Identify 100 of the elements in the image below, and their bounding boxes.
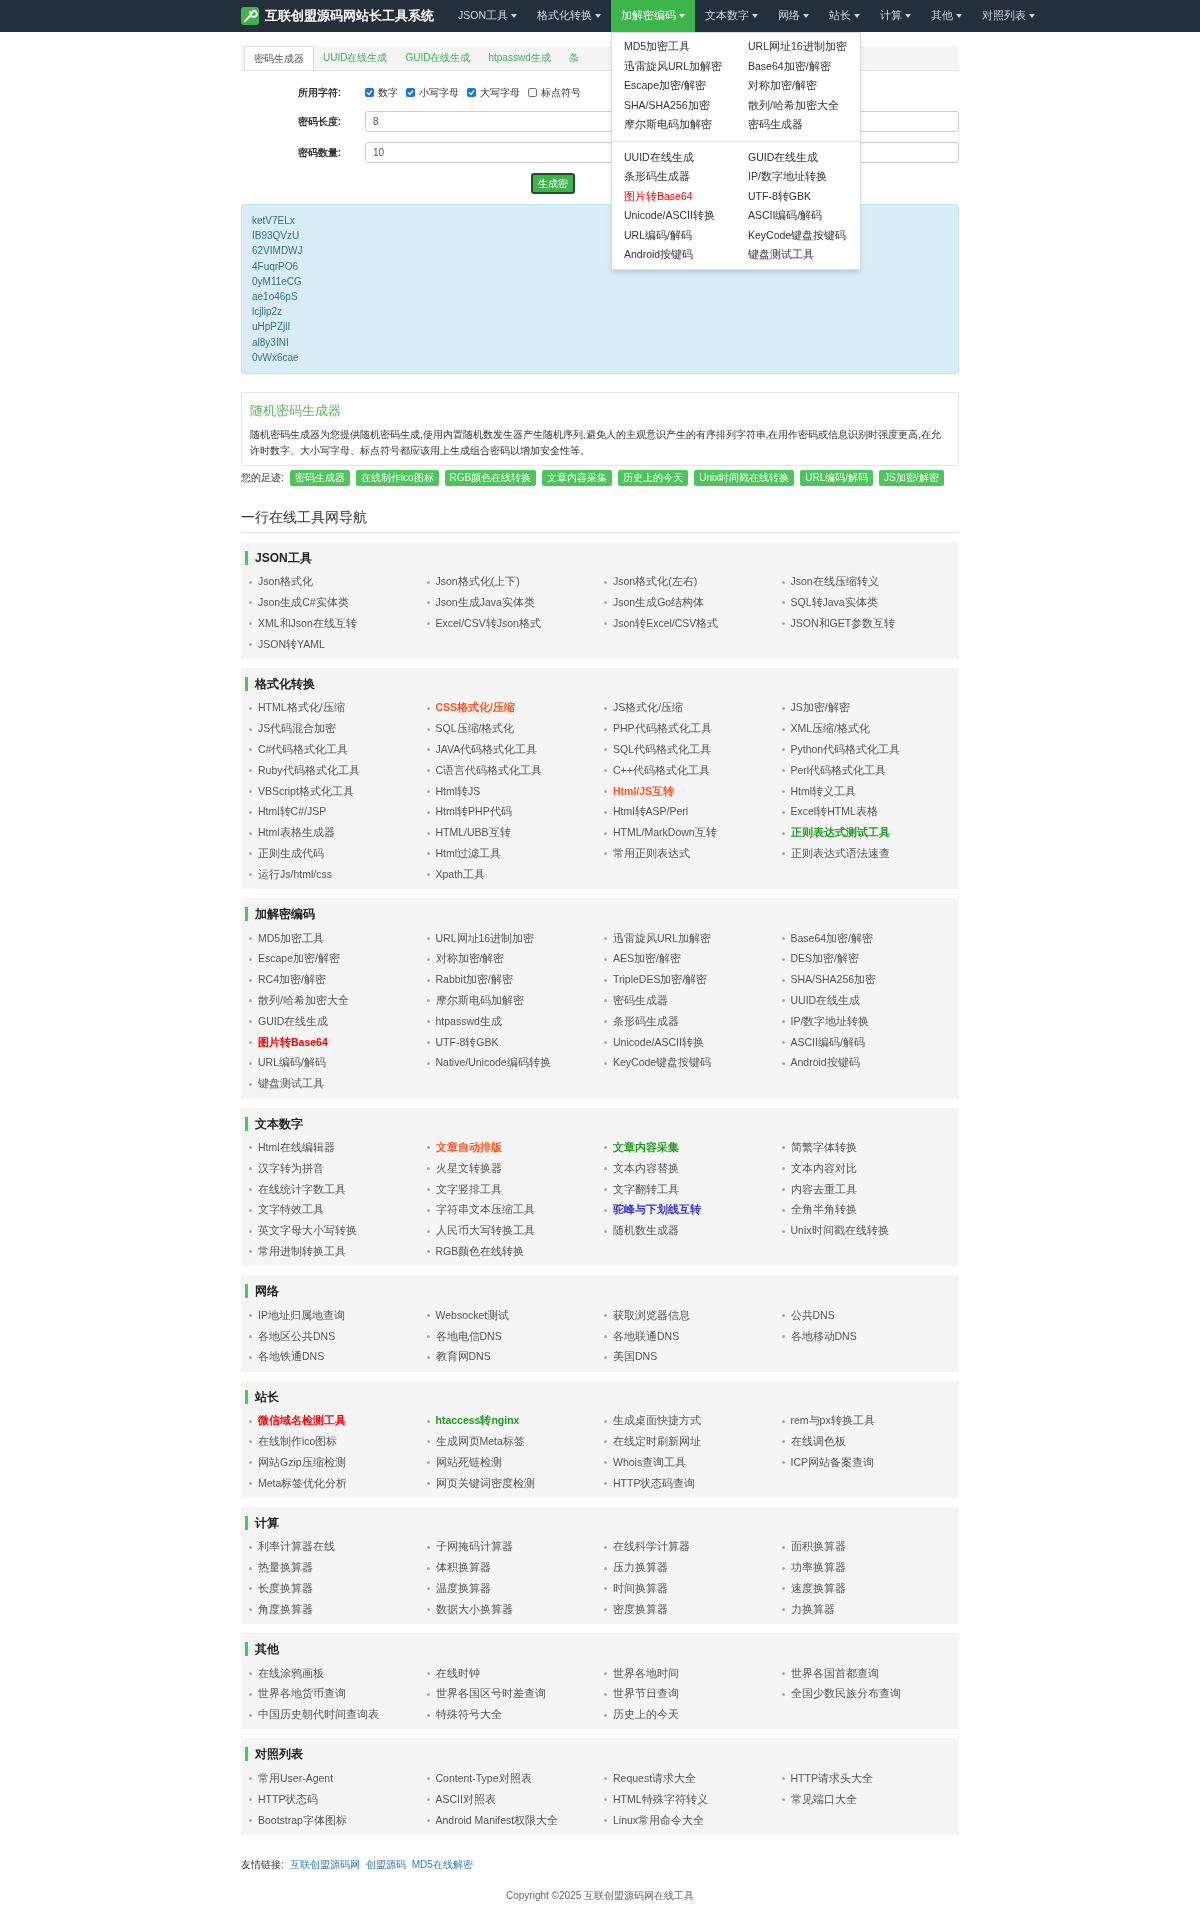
tool-link[interactable]: 在线科学计算器 bbox=[604, 1539, 690, 1556]
tool-link[interactable]: JS加密/解密 bbox=[781, 700, 850, 717]
tool-link[interactable]: 获取浏览器信息 bbox=[604, 1307, 690, 1324]
tool-link[interactable]: 在线定时刷新网址 bbox=[604, 1434, 701, 1450]
tool-link[interactable]: 公共DNS bbox=[781, 1307, 835, 1324]
tool-link[interactable]: Json格式化(左右) bbox=[604, 574, 698, 591]
tool-link[interactable]: 在线制作ico图标 bbox=[249, 1434, 338, 1450]
tool-link[interactable]: RC4加密/解密 bbox=[249, 972, 326, 988]
tool-link[interactable]: GUID在线生成 bbox=[249, 1013, 329, 1030]
menu-item[interactable]: 对称加密/解密 bbox=[736, 76, 860, 96]
tool-link[interactable]: 热量换算器 bbox=[249, 1560, 313, 1576]
tool-link[interactable]: TripleDES加密/解密 bbox=[604, 972, 708, 988]
tool-link[interactable]: DES加密/解密 bbox=[781, 951, 859, 968]
tool-link[interactable]: UTF-8转GBK bbox=[426, 1034, 499, 1051]
tool-link[interactable]: 面积换算器 bbox=[781, 1539, 846, 1556]
tool-link[interactable]: 全国少数民族分布查询 bbox=[781, 1686, 901, 1703]
tool-link[interactable]: JAVA代码格式化工具 bbox=[426, 742, 538, 758]
tool-link[interactable]: 正则表达式语法速查 bbox=[781, 846, 890, 862]
tool-link[interactable]: 运行Js/html/css bbox=[249, 866, 332, 883]
menu-item[interactable]: 条形码生成器 bbox=[612, 167, 736, 187]
tool-link[interactable]: 各地铁通DNS bbox=[249, 1349, 325, 1366]
tool-link[interactable]: Linux常用命令大全 bbox=[604, 1812, 705, 1829]
tool-link[interactable]: SHA/SHA256加密 bbox=[781, 972, 877, 988]
tool-link[interactable]: 常用正则表达式 bbox=[604, 846, 690, 862]
site-title[interactable]: 互联创盟源码网站长工具系统 bbox=[265, 6, 434, 26]
tool-link[interactable]: 英文字母大小写转换 bbox=[249, 1223, 357, 1239]
tool-link[interactable]: 文字竖排工具 bbox=[426, 1181, 502, 1198]
friend-link[interactable]: 创盟源码 bbox=[365, 1856, 406, 1872]
tool-link[interactable]: 利率计算器在线 bbox=[249, 1539, 335, 1556]
tool-link[interactable]: XML和Json在线互转 bbox=[249, 615, 357, 632]
tool-link[interactable]: 内容去重工具 bbox=[781, 1181, 857, 1198]
tool-link[interactable]: 密度换算器 bbox=[604, 1601, 668, 1618]
tool-link[interactable]: Native/Unicode编码转换 bbox=[426, 1055, 551, 1072]
tool-link[interactable]: 美国DNS bbox=[604, 1349, 658, 1366]
tool-link[interactable]: URL网址16进制加密 bbox=[426, 930, 535, 947]
menu-item[interactable]: ASCII编码/解码 bbox=[736, 206, 860, 226]
checkbox[interactable] bbox=[365, 87, 374, 97]
tool-link[interactable]: 密码生成器 bbox=[604, 993, 668, 1009]
tool-link[interactable]: 随机数生成器 bbox=[604, 1223, 679, 1239]
tool-link[interactable]: AES加密/解密 bbox=[604, 951, 681, 968]
menu-item[interactable]: KeyCode键盘按键码 bbox=[736, 225, 860, 245]
tool-link[interactable]: Html过滤工具 bbox=[426, 846, 502, 862]
tool-link[interactable]: 角度换算器 bbox=[249, 1601, 313, 1618]
menu-item[interactable]: Unicode/ASCII转换 bbox=[612, 206, 736, 226]
tool-link[interactable]: SQL压缩/格式化 bbox=[426, 721, 515, 738]
nav-menu[interactable]: 其他 bbox=[921, 0, 972, 32]
tool-link[interactable]: Json生成C#实体类 bbox=[249, 595, 349, 611]
tool-link[interactable]: KeyCode键盘按键码 bbox=[604, 1055, 712, 1072]
friend-link[interactable]: MD5在线解密 bbox=[411, 1856, 473, 1872]
tool-link[interactable]: Unicode/ASCII转换 bbox=[604, 1034, 704, 1051]
tool-link[interactable]: Base64加密/解密 bbox=[781, 930, 874, 947]
tool-link[interactable]: 常见端口大全 bbox=[781, 1791, 857, 1808]
tool-link[interactable]: ASCII对照表 bbox=[426, 1791, 496, 1808]
tool-link[interactable]: C#代码格式化工具 bbox=[249, 742, 349, 758]
tool-link[interactable]: 微信域名检测工具 bbox=[249, 1413, 346, 1429]
tool-link[interactable]: MD5加密工具 bbox=[249, 930, 325, 947]
tool-link[interactable]: 网页关键词密度检测 bbox=[426, 1475, 535, 1492]
tool-link[interactable]: IP地址归属地查询 bbox=[249, 1307, 345, 1324]
menu-item[interactable]: MD5加密工具 bbox=[612, 37, 736, 57]
menu-item[interactable]: UTF-8转GBK bbox=[736, 186, 860, 206]
tool-link[interactable]: Html转C#/JSP bbox=[249, 804, 327, 821]
tool-link[interactable]: Excel转HTML表格 bbox=[781, 804, 878, 821]
tool-link[interactable]: Meta标签优化分析 bbox=[249, 1475, 348, 1492]
menu-item[interactable]: 图片转Base64 bbox=[612, 186, 736, 206]
tool-link[interactable]: 文本内容对比 bbox=[781, 1160, 857, 1177]
tool-link[interactable]: Websocket测试 bbox=[426, 1307, 510, 1324]
tool-link[interactable]: JS格式化/压缩 bbox=[604, 700, 684, 717]
menu-item[interactable]: IP/数字地址转换 bbox=[736, 167, 860, 187]
tool-link[interactable]: Html转义工具 bbox=[781, 783, 857, 800]
tool-link[interactable]: VBScript格式化工具 bbox=[249, 783, 354, 800]
tool-link[interactable]: ASCII编码/解码 bbox=[781, 1034, 865, 1051]
tool-link[interactable]: 字符串文本压缩工具 bbox=[426, 1202, 535, 1219]
tool-link[interactable]: 在线统计字数工具 bbox=[249, 1181, 346, 1198]
tool-link[interactable]: Content-Type对照表 bbox=[426, 1770, 532, 1787]
tool-link[interactable]: 温度换算器 bbox=[426, 1581, 491, 1597]
menu-item[interactable]: 迅雷旋风URL加解密 bbox=[612, 56, 736, 76]
tool-link[interactable]: JSON转YAML bbox=[249, 636, 325, 653]
tool-link[interactable]: Request请求大全 bbox=[604, 1770, 697, 1787]
tool-link[interactable]: C++代码格式化工具 bbox=[604, 762, 710, 779]
tool-link[interactable]: 各地移动DNS bbox=[781, 1328, 857, 1345]
tool-link[interactable]: Json转Excel/CSV格式 bbox=[604, 615, 719, 632]
tool-link[interactable]: 火星文转换器 bbox=[426, 1160, 502, 1177]
menu-item[interactable]: URL网址16进制加密 bbox=[736, 37, 860, 57]
tool-link[interactable]: 文本内容替换 bbox=[604, 1160, 679, 1177]
tool-link[interactable]: SQL转Java实体类 bbox=[781, 595, 878, 611]
tool-link[interactable]: 世界各国首都查询 bbox=[781, 1665, 879, 1682]
tool-link[interactable]: 历史上的今天 bbox=[604, 1707, 679, 1723]
tool-link[interactable]: Excel/CSV转Json格式 bbox=[426, 615, 541, 632]
tool-link[interactable]: 中国历史朝代时间查询表 bbox=[249, 1707, 379, 1723]
tool-link[interactable]: 各地区公共DNS bbox=[249, 1328, 336, 1345]
tool-link[interactable]: 网站死链检测 bbox=[426, 1454, 502, 1471]
friend-link[interactable]: 互联创盟源码网 bbox=[289, 1856, 360, 1872]
tool-link[interactable]: HTML格式化/压缩 bbox=[249, 700, 345, 717]
menu-item[interactable]: 密码生成器 bbox=[736, 115, 860, 135]
tool-link[interactable]: 数据大小换算器 bbox=[426, 1601, 513, 1618]
tool-link[interactable]: Escape加密/解密 bbox=[249, 951, 340, 968]
nav-menu[interactable]: 计算 bbox=[870, 0, 921, 32]
tool-link[interactable]: JS代码混合加密 bbox=[249, 721, 337, 738]
tool-link[interactable]: Json生成Go结构体 bbox=[604, 595, 705, 611]
tool-link[interactable]: Android按键码 bbox=[781, 1055, 860, 1072]
